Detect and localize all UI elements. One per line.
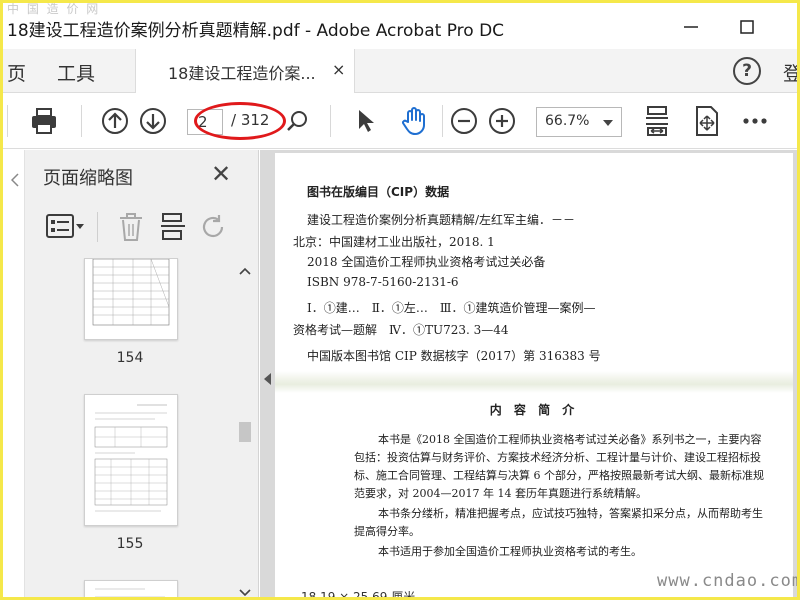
thumbnail-label: 154 bbox=[116, 350, 144, 366]
fit-page-icon[interactable] bbox=[643, 104, 671, 138]
scroll-up-icon[interactable] bbox=[238, 264, 252, 278]
zoom-dropdown[interactable]: 66.7% bbox=[536, 107, 622, 137]
summary-paragraph: 本书是《2018 全国造价工程师执业资格考试过关必备》系列书之一，主要内容包括：… bbox=[354, 433, 764, 500]
thumbnail-page[interactable] bbox=[84, 258, 178, 340]
minimize-icon bbox=[684, 26, 698, 28]
tools-menu[interactable]: 工具 bbox=[57, 59, 95, 86]
thumbnail-page[interactable] bbox=[84, 394, 178, 526]
red-annotation-circle bbox=[194, 102, 286, 140]
insert-page-icon[interactable] bbox=[159, 212, 187, 246]
prev-page-icon[interactable] bbox=[100, 106, 130, 136]
zoom-value: 66.7% bbox=[545, 113, 590, 129]
summary-paragraph: 本书适用于参加全国造价工程师执业资格考试的考生。 bbox=[378, 545, 642, 558]
site-watermark: 中 国 造 价 网 bbox=[7, 2, 101, 16]
tab-label: 18建设工程造价案... bbox=[168, 64, 316, 83]
scroll-mode-icon[interactable] bbox=[693, 104, 721, 138]
panel-toolbar bbox=[25, 206, 259, 248]
panel-divider bbox=[97, 212, 98, 242]
toolbar-divider bbox=[330, 105, 331, 137]
navigation-strip bbox=[3, 150, 25, 597]
cip-line: 北京：中国建材工业出版社，2018. 1 bbox=[293, 235, 495, 249]
tab-close-icon[interactable]: × bbox=[332, 60, 345, 79]
summary-paragraph: 本书条分缕析，精准把握考点，应试技巧独特，答案紧扣采分点，从而帮助考生提高得分率… bbox=[354, 507, 763, 538]
cip-line: 建设工程造价案例分析真题精解/左红军主编．－－ bbox=[307, 213, 576, 227]
thumbnail-list: 154 155 bbox=[25, 258, 235, 597]
collapse-panel-icon[interactable] bbox=[264, 373, 271, 385]
document-page: 图书在版编目（CIP）数据 建设工程造价案例分析真题精解/左红军主编．－－ 北京… bbox=[275, 153, 793, 597]
toolbar-divider bbox=[81, 105, 82, 137]
maximize-button[interactable] bbox=[735, 15, 759, 39]
toolbar-divider bbox=[7, 105, 8, 137]
content-summary-title: 内 容 简 介 bbox=[489, 403, 579, 417]
scroll-down-icon[interactable] bbox=[238, 586, 252, 597]
app-window: 中 国 造 价 网 18建设工程造价案例分析真题精解.pdf - Adobe A… bbox=[0, 0, 800, 600]
cip-heading: 图书在版编目（CIP）数据 bbox=[307, 185, 450, 199]
login-link[interactable]: 登 bbox=[783, 59, 797, 86]
cip-line: ISBN 978-7-5160-2131-6 bbox=[307, 275, 459, 289]
thumbnail-scrollbar[interactable] bbox=[235, 258, 255, 597]
thumbnail-options-icon[interactable] bbox=[45, 212, 87, 244]
cip-line: 资格考试—题解 Ⅳ．①TU723. 3—44 bbox=[293, 323, 509, 337]
page-size-status: 18.19 × 25.69 厘米 bbox=[275, 591, 575, 600]
chevron-down-icon bbox=[603, 120, 613, 126]
more-icon[interactable] bbox=[741, 109, 769, 133]
thumbnail-label: 155 bbox=[116, 536, 144, 552]
cip-line: Ⅰ．①建… Ⅱ．①左… Ⅲ．①建筑造价管理—案例— bbox=[307, 301, 596, 315]
menu-bar: 页 工具 18建设工程造价案... × ? 登 bbox=[3, 49, 797, 93]
scrollbar-thumb[interactable] bbox=[239, 422, 251, 442]
document-tab[interactable]: 18建设工程造价案... × bbox=[135, 49, 355, 93]
page-thumbnails-panel: 页面缩略图 ✕ 154 155 bbox=[25, 150, 259, 597]
maximize-icon bbox=[740, 20, 754, 34]
rotate-page-icon[interactable] bbox=[199, 212, 229, 246]
help-icon[interactable]: ? bbox=[733, 57, 761, 85]
thumbnail-page[interactable] bbox=[84, 580, 178, 597]
panel-title: 页面缩略图 bbox=[43, 168, 133, 189]
close-icon[interactable]: ✕ bbox=[211, 160, 231, 188]
site-watermark: www.cndao.com bbox=[657, 571, 800, 591]
toolbar-divider bbox=[442, 105, 443, 137]
cip-line: 2018 全国造价工程师执业资格考试过关必备 bbox=[307, 255, 546, 269]
minimize-button[interactable] bbox=[679, 15, 703, 39]
title-bar: 中 国 造 价 网 18建设工程造价案例分析真题精解.pdf - Adobe A… bbox=[3, 2, 797, 49]
zoom-out-icon[interactable] bbox=[449, 106, 479, 136]
select-arrow-icon[interactable] bbox=[353, 107, 379, 135]
delete-page-icon[interactable] bbox=[117, 212, 145, 246]
next-page-icon[interactable] bbox=[138, 106, 168, 136]
expand-arrow-icon[interactable] bbox=[10, 172, 19, 191]
window-title: 18建设工程造价案例分析真题精解.pdf - Adobe Acrobat Pro… bbox=[7, 21, 505, 41]
find-icon[interactable] bbox=[285, 108, 311, 134]
home-menu[interactable]: 页 bbox=[7, 59, 26, 86]
page-break-shadow bbox=[275, 371, 793, 393]
zoom-in-icon[interactable] bbox=[487, 106, 517, 136]
main-toolbar: 2 / 312 66.7% bbox=[3, 93, 797, 149]
hand-tool-icon[interactable] bbox=[398, 105, 430, 137]
page-dimensions: 18.19 × 25.69 厘米 bbox=[301, 591, 416, 600]
cip-line: 中国版本图书馆 CIP 数据核字（2017）第 316383 号 bbox=[307, 349, 601, 363]
print-icon[interactable] bbox=[29, 106, 59, 136]
